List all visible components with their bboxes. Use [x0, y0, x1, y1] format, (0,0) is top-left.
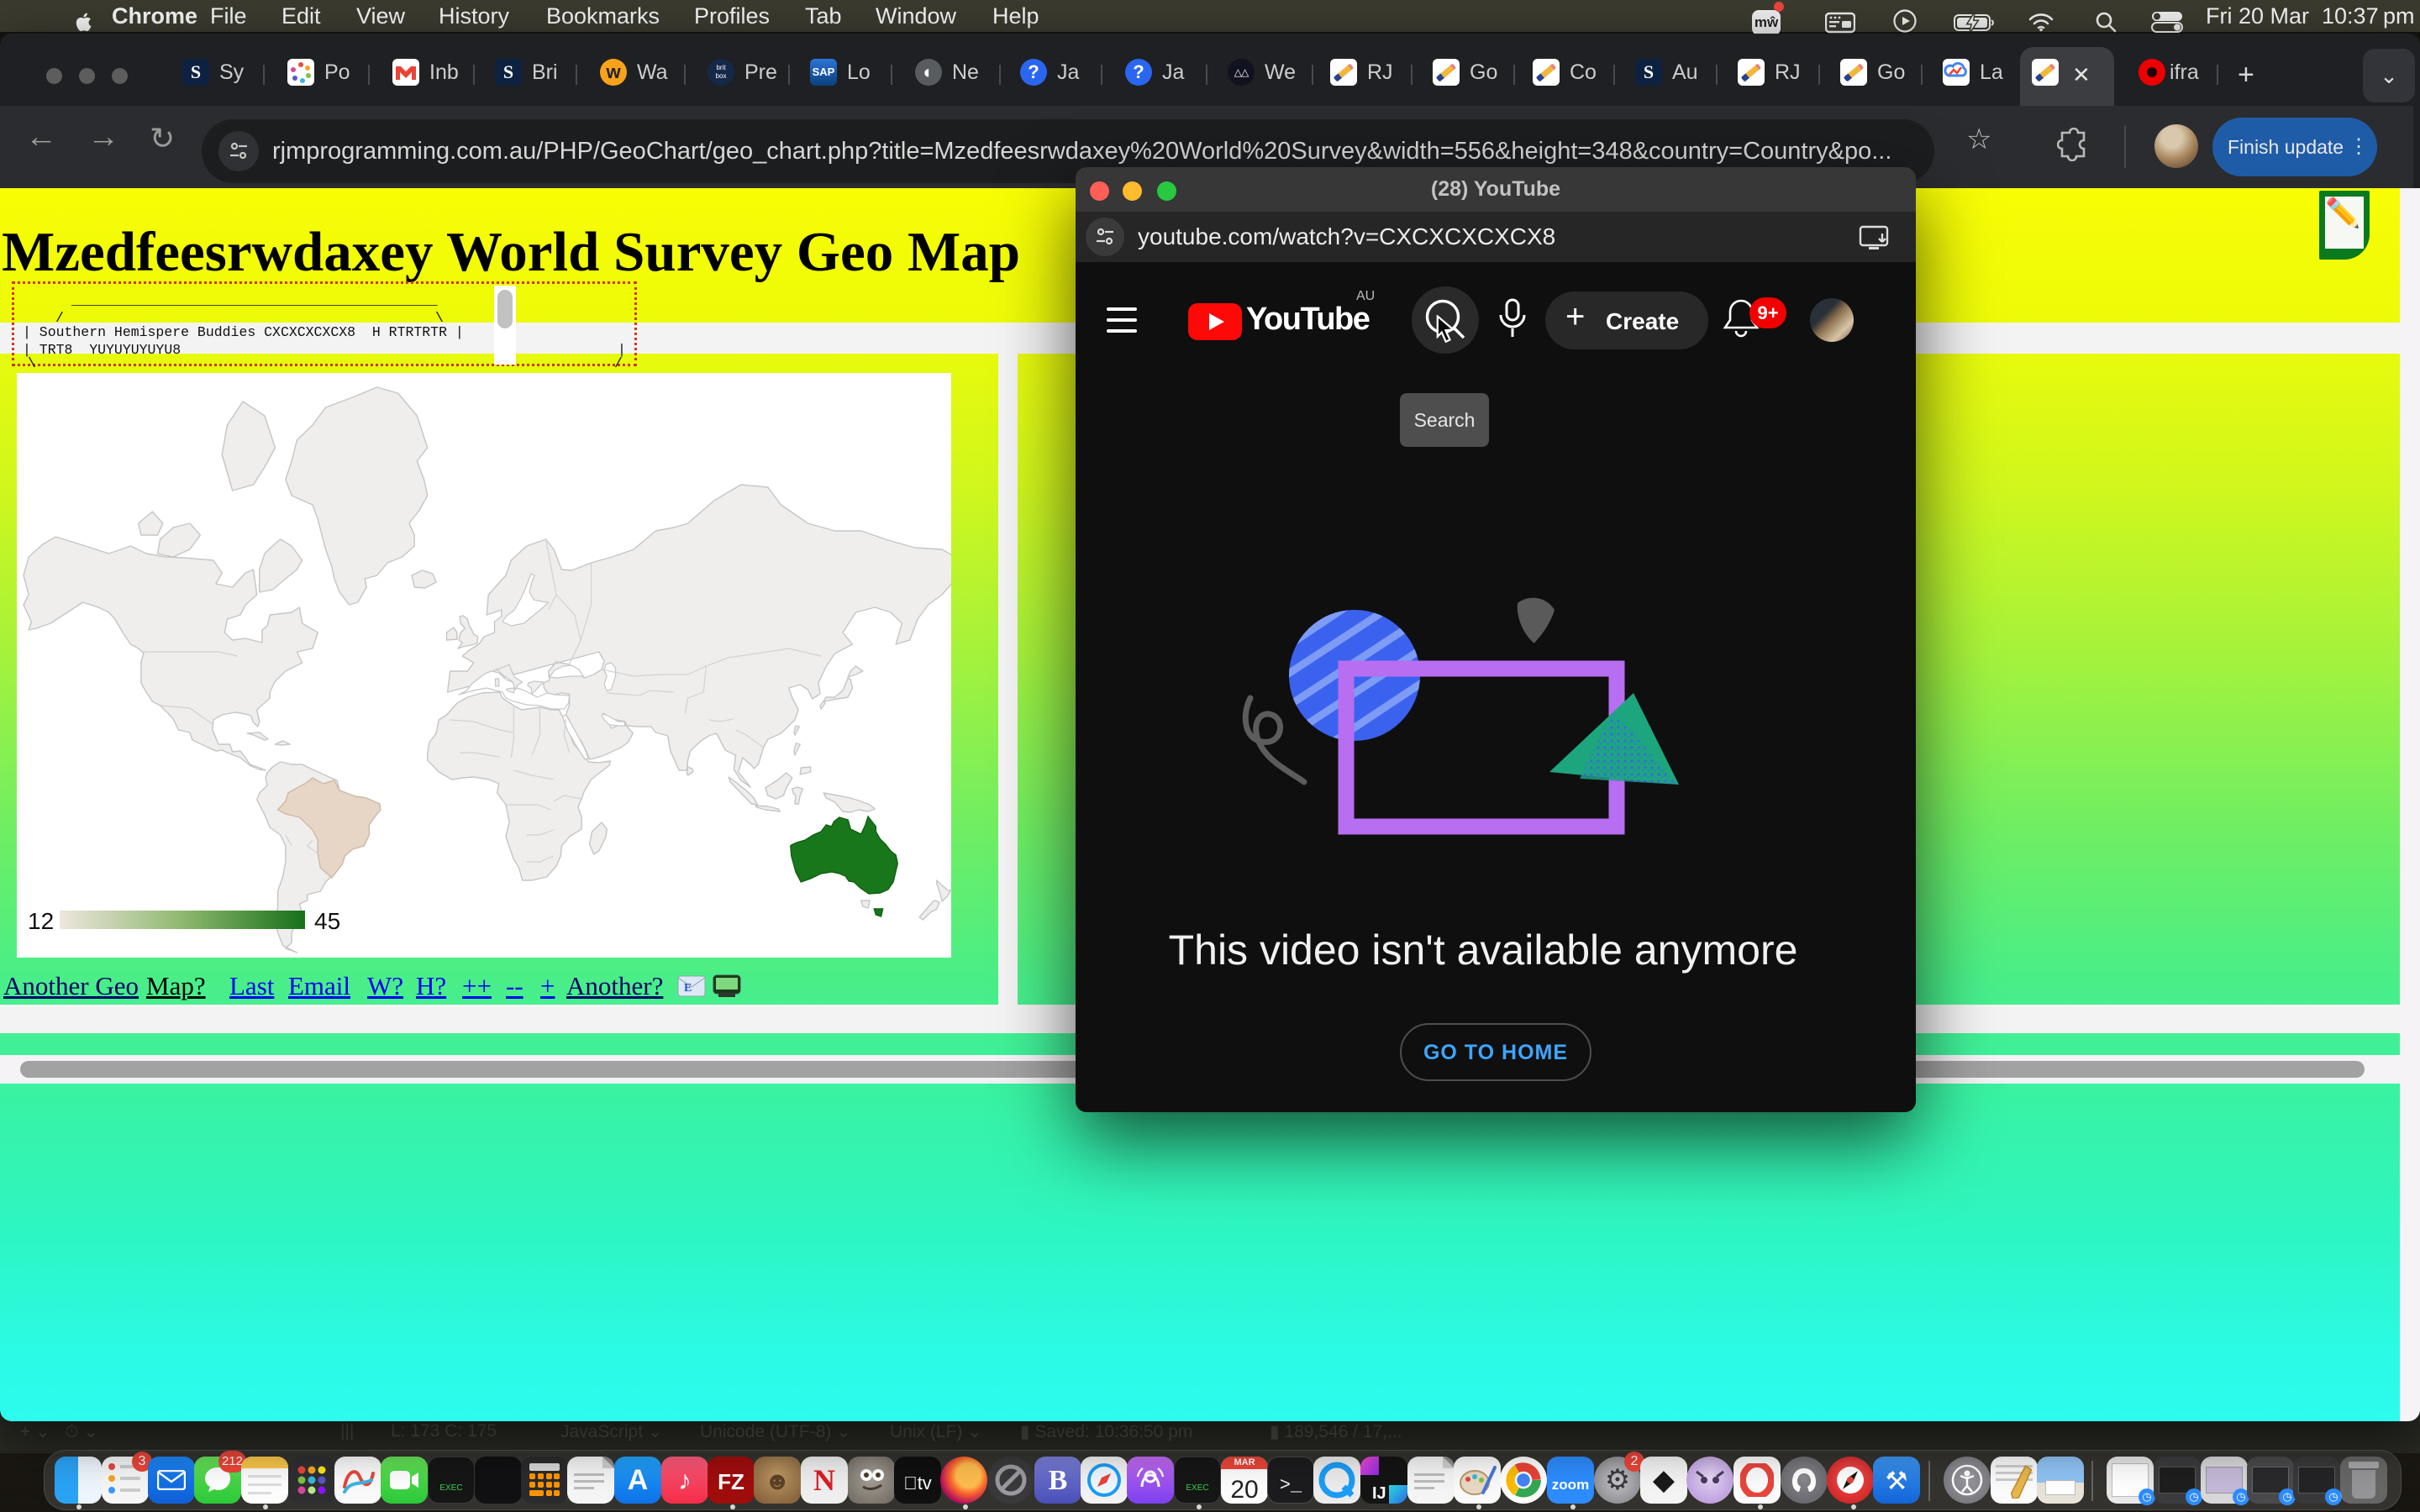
svg-text:E: E	[684, 982, 692, 995]
svg-text:45: 45	[314, 908, 340, 934]
svg-text:12: 12	[28, 908, 54, 934]
